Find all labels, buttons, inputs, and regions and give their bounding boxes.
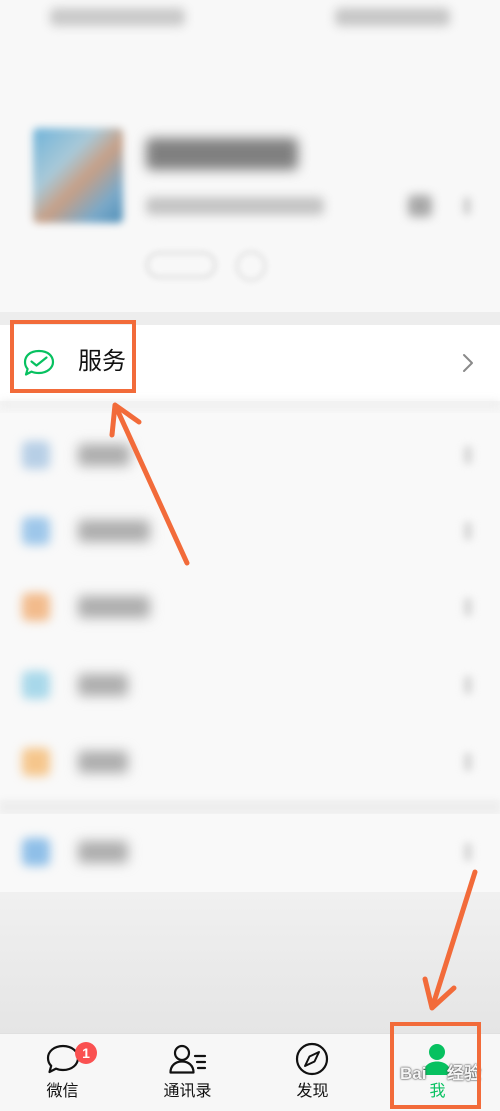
blurred-chevron	[464, 598, 472, 616]
blurred-chevron	[464, 676, 472, 694]
tab-label: 通讯录	[163, 1083, 212, 1100]
blurred-menu-label	[78, 841, 128, 863]
blurred-status-bar-right	[335, 8, 450, 26]
contacts-icon	[168, 1043, 208, 1080]
highlight-box-services	[10, 320, 136, 393]
blurred-menu-icon	[22, 671, 50, 699]
section-divider	[0, 401, 500, 413]
blurred-chevron	[464, 446, 472, 464]
blurred-menu-item[interactable]	[0, 650, 500, 720]
tab-chats[interactable]: 1 微信	[0, 1034, 125, 1111]
blurred-menu-label	[78, 596, 150, 618]
blurred-qr-code-icon[interactable]	[408, 195, 432, 217]
blurred-status-button[interactable]	[146, 252, 216, 278]
unread-badge: 1	[75, 1042, 97, 1064]
highlight-box-me-tab	[390, 1022, 481, 1109]
chevron-right-icon	[462, 353, 474, 378]
blurred-menu-label	[78, 751, 128, 773]
blurred-add-status-button[interactable]	[236, 251, 266, 281]
blurred-menu-icon	[22, 593, 50, 621]
blurred-chevron	[464, 522, 472, 540]
blurred-profile-chevron	[463, 197, 471, 215]
tab-label: 发现	[296, 1083, 329, 1100]
blurred-menu-icon	[22, 441, 50, 469]
blurred-wechat-id	[146, 197, 324, 215]
blurred-menu-item[interactable]	[0, 817, 500, 887]
wechat-me-screen: 服务 1 微信 通讯录 发现 我 Bai 经验	[0, 0, 500, 1111]
blurred-menu-icon	[22, 517, 50, 545]
empty-background	[0, 892, 500, 1033]
blurred-profile-name	[146, 138, 298, 170]
blurred-menu-item[interactable]	[0, 727, 500, 797]
section-divider	[0, 800, 500, 814]
tab-contacts[interactable]: 通讯录	[125, 1034, 250, 1111]
blurred-status-bar-left	[50, 8, 185, 26]
blurred-chevron	[464, 843, 472, 861]
blurred-menu-item[interactable]	[0, 572, 500, 642]
blurred-menu-label	[78, 520, 150, 542]
blurred-menu-item[interactable]	[0, 420, 500, 490]
blurred-menu-label	[78, 674, 128, 696]
blurred-chevron	[464, 753, 472, 771]
blurred-avatar[interactable]	[33, 128, 123, 223]
blurred-menu-item[interactable]	[0, 496, 500, 566]
blurred-menu-icon	[22, 748, 50, 776]
blurred-menu-label	[78, 444, 130, 466]
blurred-menu-icon	[22, 838, 50, 866]
compass-icon	[295, 1042, 329, 1081]
tab-label: 微信	[46, 1083, 79, 1100]
tab-discover[interactable]: 发现	[250, 1034, 375, 1111]
